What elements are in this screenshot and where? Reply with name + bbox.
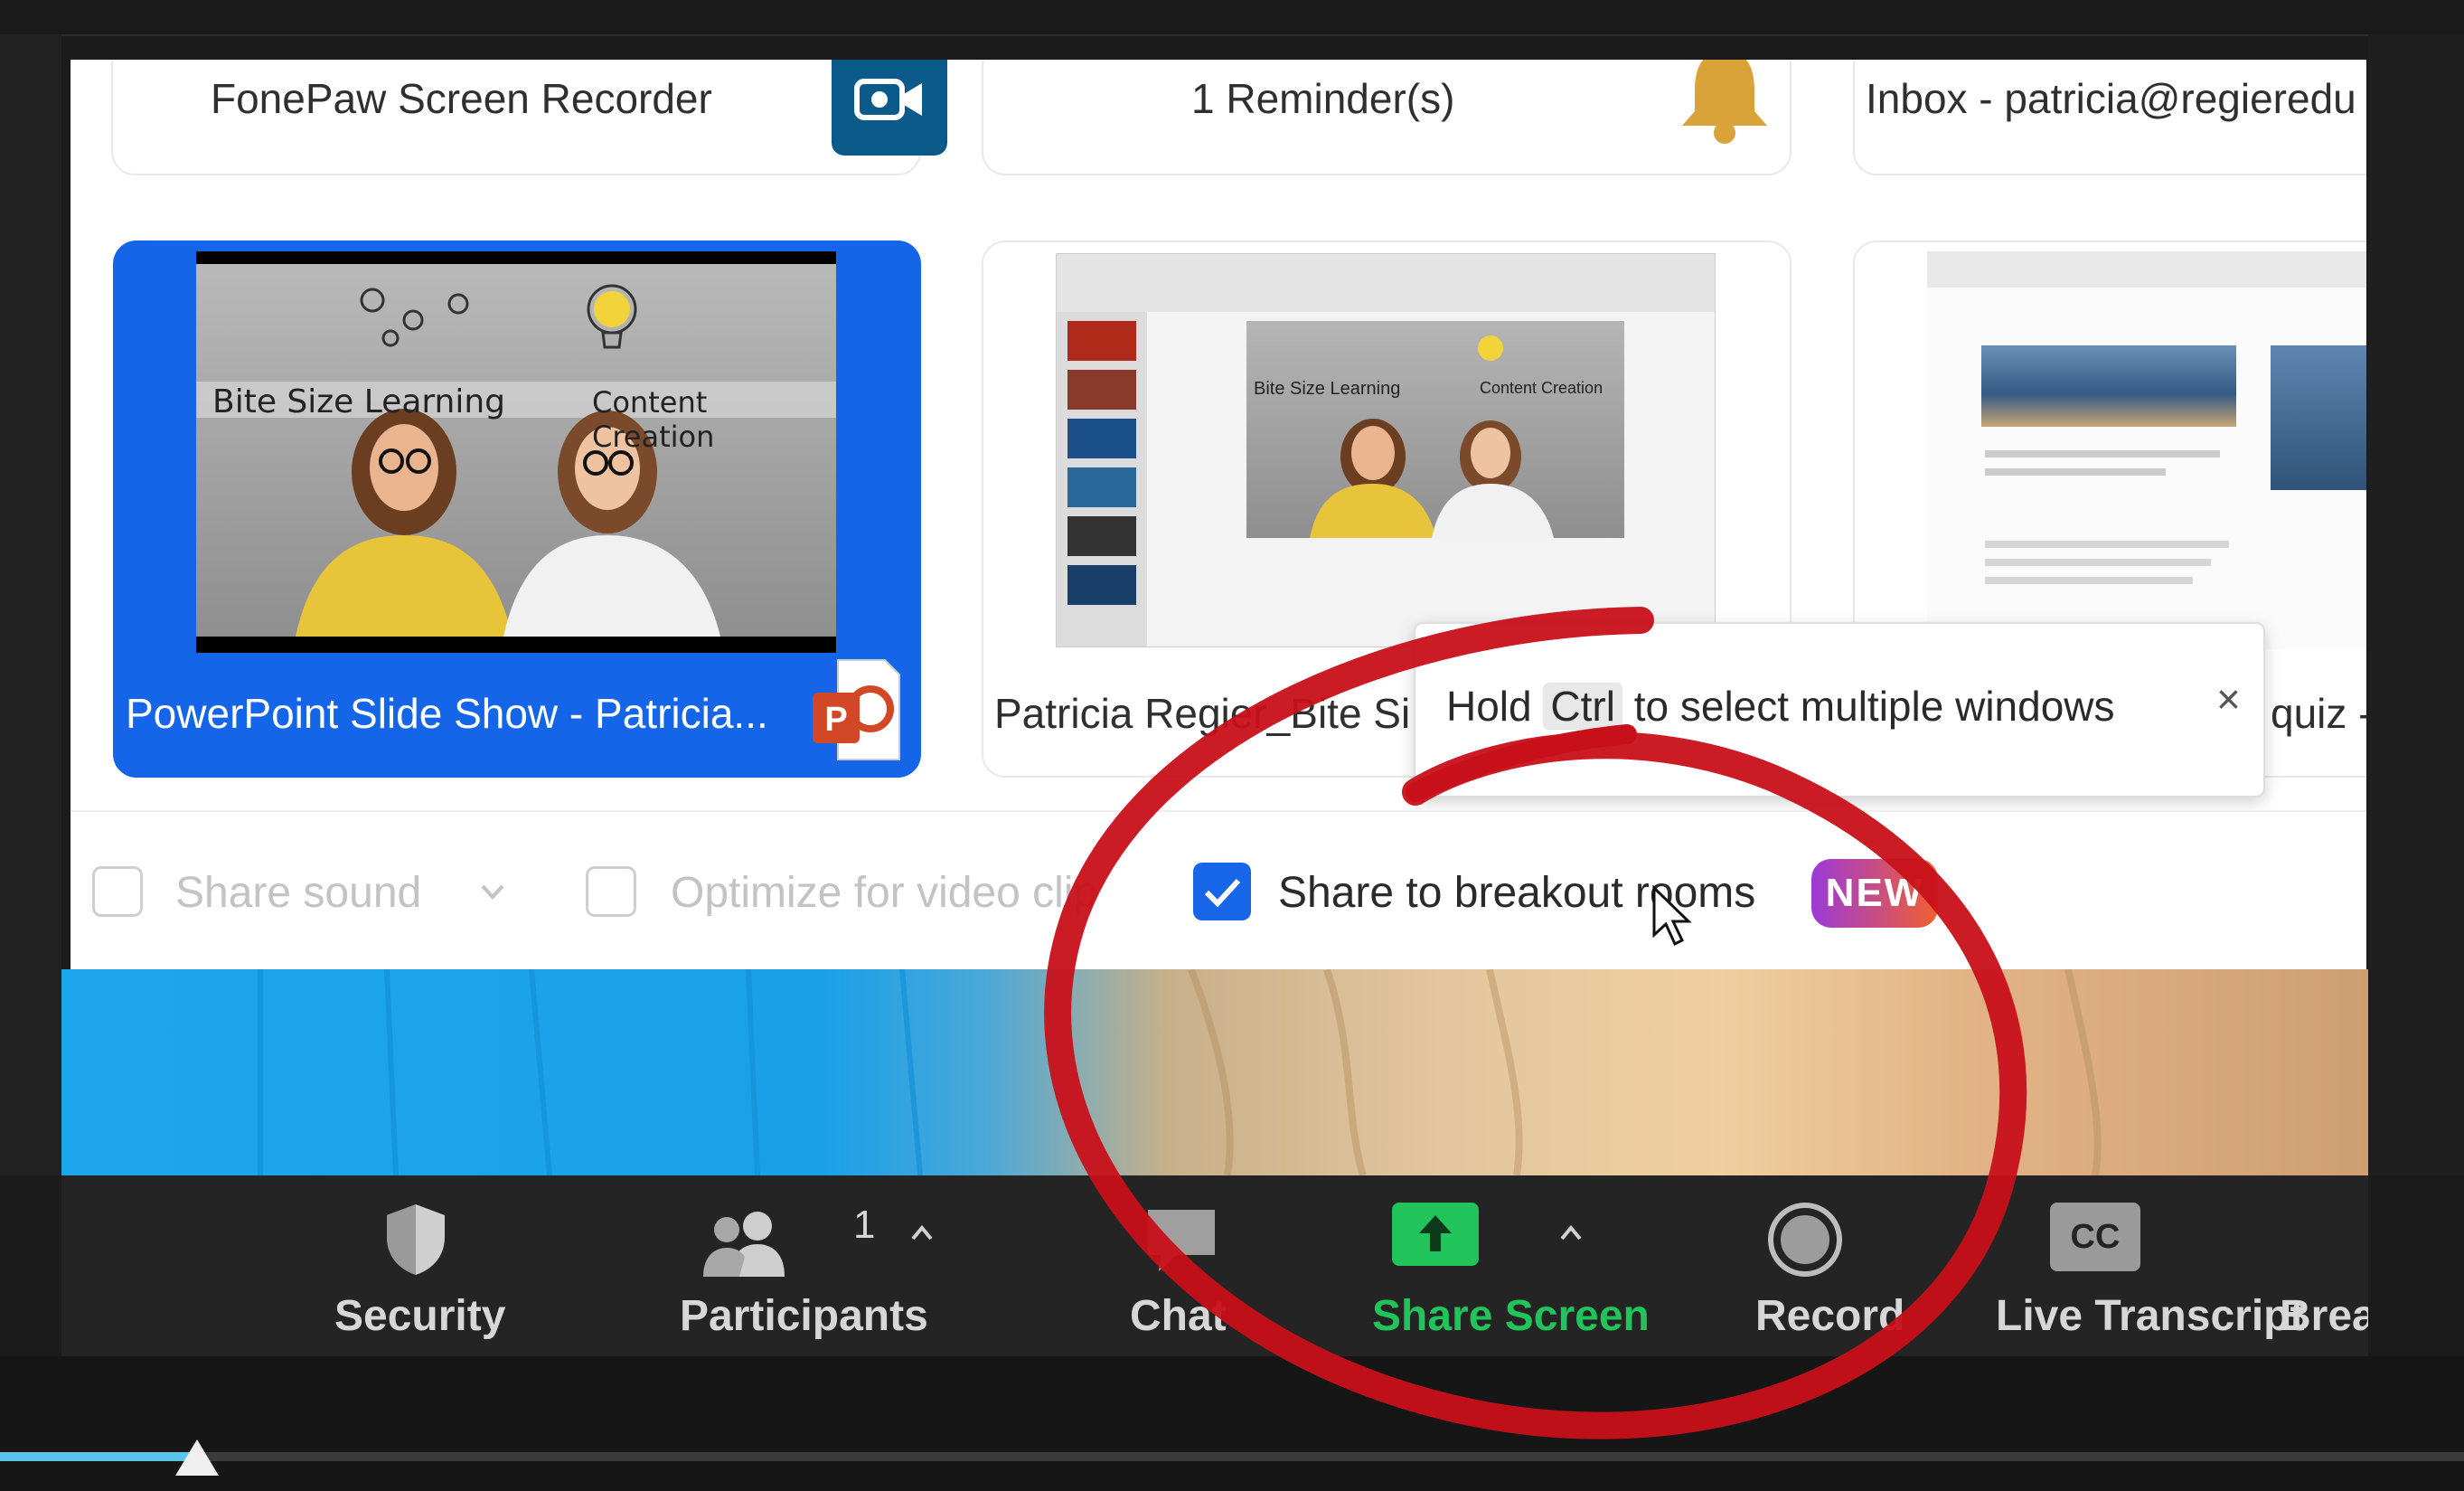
participants-button[interactable]: 1 Participants	[613, 1175, 992, 1356]
record-icon	[1768, 1203, 1842, 1277]
window-card-label: PowerPoint Slide Show - Patricia...	[126, 690, 768, 737]
browser-thumbnail	[1927, 251, 2366, 649]
record-label: Record	[1755, 1292, 1905, 1340]
participants-label: Participants	[680, 1292, 928, 1340]
record-button[interactable]: Record	[1670, 1175, 1942, 1356]
share-sound-checkbox[interactable]	[92, 866, 143, 917]
breakout-label: Brea	[2280, 1292, 2368, 1340]
share-breakout-checkbox[interactable]	[1193, 863, 1251, 920]
participant-count: 1	[853, 1203, 876, 1247]
window-card-label: quiz -	[2271, 690, 2366, 737]
tooltip-close-icon[interactable]: ×	[2216, 675, 2241, 723]
playback-area	[0, 1356, 2464, 1491]
top-window-bar	[0, 0, 2464, 36]
window-card-label: FonePaw Screen Recorder	[211, 75, 712, 122]
share-screen-caret-icon[interactable]	[1553, 1215, 1589, 1251]
playback-scrubber-handle[interactable]	[175, 1439, 220, 1476]
share-screen-dialog: FonePaw Screen Recorder 1 Reminder(s) In…	[71, 60, 2366, 969]
powerpoint-icon: P	[811, 656, 901, 763]
window-card-powerpoint-slideshow[interactable]: Bite Size Learning Content Creation Powe…	[113, 241, 921, 778]
window-card-label: Patricia Regier_Bite Si	[994, 690, 1411, 737]
participants-caret-icon[interactable]	[904, 1215, 940, 1251]
right-frame	[2368, 34, 2464, 1175]
ctrl-key-chip: Ctrl	[1543, 683, 1622, 730]
editor-slide-title-left: Bite Size Learning	[1254, 379, 1401, 399]
security-label: Security	[334, 1292, 506, 1340]
window-card-reminder[interactable]: 1 Reminder(s)	[982, 60, 1792, 175]
closed-caption-icon: CC	[2050, 1203, 2140, 1271]
chat-label: Chat	[1130, 1292, 1227, 1340]
share-options-bar: Share sound Optimize for video clip Shar…	[71, 810, 2366, 969]
share-screen-label: Share Screen	[1372, 1292, 1650, 1340]
live-transcript-button[interactable]: CC Live Transcript	[1923, 1175, 2304, 1356]
new-badge: NEW	[1811, 859, 1938, 928]
window-card-label: 1 Reminder(s)	[1191, 75, 1455, 122]
breakout-rooms-button[interactable]: Brea	[2267, 1175, 2368, 1356]
security-button[interactable]: Security	[260, 1175, 568, 1356]
bell-icon	[1670, 60, 1779, 148]
slide-thumbnail: Bite Size Learning Content Creation	[196, 251, 836, 653]
playback-progress-fill	[0, 1452, 198, 1461]
window-card-inbox[interactable]: Inbox - patricia@regieredu	[1853, 60, 2366, 175]
optimize-video-label: Optimize for video clip	[671, 869, 1098, 917]
meeting-toolbar: Security 1 Participants Chat Share Scree…	[61, 1175, 2368, 1356]
slide-title-right: Content Creation	[592, 385, 715, 454]
window-card-fonepaw[interactable]: FonePaw Screen Recorder	[111, 60, 947, 175]
multi-select-tooltip: Hold Ctrl to select multiple windows ×	[1414, 622, 2265, 797]
svg-text:P: P	[824, 701, 847, 739]
share-screen-button[interactable]: Share Screen	[1291, 1175, 1650, 1356]
share-sound-label: Share sound	[175, 869, 422, 917]
window-card-label: Inbox - patricia@regieredu	[1866, 75, 2356, 122]
optimize-video-checkbox[interactable]	[586, 866, 636, 917]
left-frame	[0, 34, 61, 1175]
participant-video	[61, 969, 2368, 1175]
chat-icon	[1148, 1210, 1215, 1271]
chat-button[interactable]: Chat	[1056, 1175, 1291, 1356]
share-screen-icon	[1392, 1203, 1479, 1266]
participants-icon	[703, 1212, 785, 1277]
live-transcript-label: Live Transcript	[1996, 1292, 2305, 1340]
slide-title-left: Bite Size Learning	[212, 383, 506, 420]
mouse-cursor-icon	[1652, 884, 1692, 947]
editor-slide-title-right: Content Creation	[1480, 379, 1603, 397]
video-camera-icon	[832, 60, 947, 156]
shield-icon	[387, 1204, 445, 1275]
tooltip-text: Hold Ctrl to select multiple windows	[1446, 683, 2115, 730]
editor-thumbnail: Bite Size Learning Content Creation	[1056, 253, 1716, 647]
chevron-down-icon[interactable]	[477, 879, 508, 906]
playback-progress-track[interactable]	[0, 1452, 2464, 1461]
